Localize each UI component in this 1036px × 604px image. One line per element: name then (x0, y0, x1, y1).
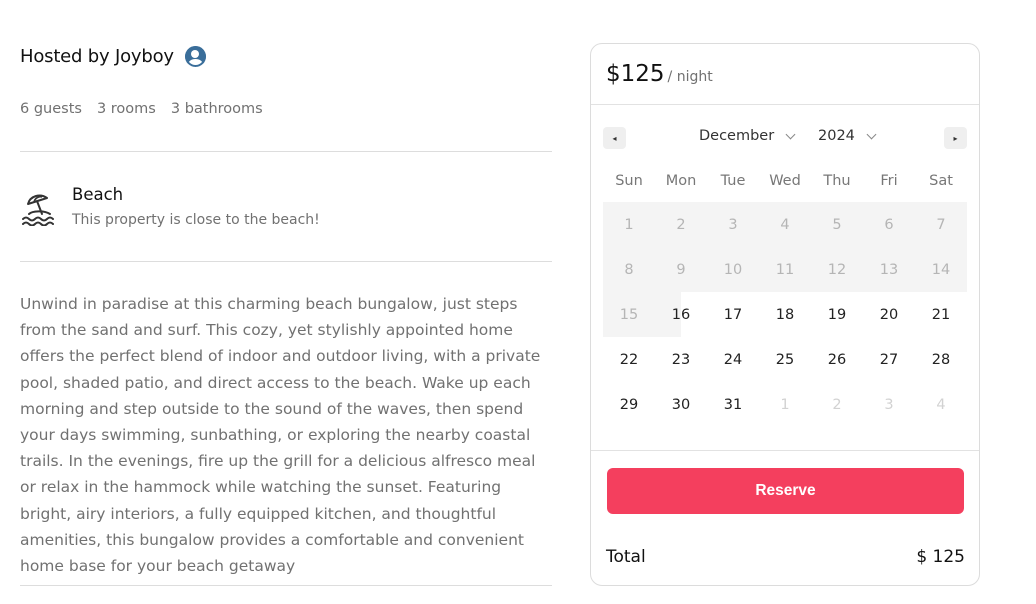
calendar-day[interactable]: 29 (603, 382, 655, 427)
calendar-day-disabled: 7 (915, 202, 967, 247)
weekday-label: Tue (720, 173, 746, 189)
nightly-price: $125 (606, 61, 665, 87)
calendar-day-outside-month: 2 (832, 396, 842, 413)
total-label: Total (606, 547, 646, 567)
calendar-day-outside-month: 1 (780, 396, 790, 413)
divider (20, 585, 552, 586)
month-select-value: December (699, 128, 775, 144)
calendar-day-disabled: 13 (863, 247, 915, 292)
year-select-value: 2024 (818, 128, 855, 144)
calendar-day[interactable]: 17 (707, 292, 759, 337)
calendar-day[interactable]: 30 (655, 382, 707, 427)
calendar-days: 1 2 3 4 5 6 7 8 9 10 11 12 13 14 15 16 1… (603, 202, 967, 427)
calendar-day[interactable]: 23 (655, 337, 707, 382)
calendar-day[interactable]: 26 (811, 337, 863, 382)
calendar-day-disabled: 5 (811, 202, 863, 247)
price-row: $125 / night (606, 61, 713, 87)
month-select[interactable]: December (699, 128, 796, 144)
calendar: Sun Mon Tue Wed Thu Fri Sat 1 2 3 4 5 6 … (603, 173, 967, 427)
calendar-day[interactable]: 25 (759, 337, 811, 382)
calendar-navigation: ◂ December 2024 ▸ (603, 127, 967, 149)
booking-card: $125 / night ◂ December 2024 ▸ Sun Mon T… (590, 43, 980, 586)
calendar-day-disabled: 10 (707, 247, 759, 292)
avatar[interactable] (184, 45, 206, 67)
calendar-day-disabled: 8 (603, 247, 655, 292)
calendar-day-disabled: 6 (863, 202, 915, 247)
divider (591, 450, 979, 451)
calendar-day-disabled: 1 (603, 202, 655, 247)
calendar-day[interactable]: 22 (603, 337, 655, 382)
calendar-day[interactable]: 27 (863, 337, 915, 382)
calendar-day-selected[interactable]: 16 (655, 292, 707, 337)
total-row: Total $ 125 (606, 547, 965, 567)
year-select[interactable]: 2024 (818, 128, 877, 144)
calendar-day-disabled: 2 (655, 202, 707, 247)
divider (591, 104, 979, 105)
calendar-day[interactable]: 31 (707, 382, 759, 427)
divider (20, 151, 552, 152)
bathrooms-count: 3 bathrooms (170, 101, 263, 117)
calendar-day-outside-month: 4 (936, 396, 946, 413)
chevron-down-icon (866, 129, 877, 139)
guests-count: 6 guests (20, 101, 82, 117)
feature-text: Beach This property is close to the beac… (72, 185, 320, 229)
calendar-day-disabled: 14 (915, 247, 967, 292)
weekday-header: Sun Mon Tue Wed Thu Fri Sat (603, 173, 967, 191)
calendar-day[interactable]: 19 (811, 292, 863, 337)
calendar-day[interactable]: 20 (863, 292, 915, 337)
calendar-day-disabled: 3 (707, 202, 759, 247)
feature-subtitle: This property is close to the beach! (72, 212, 320, 228)
weekday-label: Fri (880, 173, 898, 189)
selected-day-pill: 16 (671, 306, 691, 323)
host-row: Hosted by Joyboy (20, 44, 206, 68)
host-title: Hosted by Joyboy (20, 45, 174, 67)
next-month-button[interactable]: ▸ (944, 127, 967, 149)
calendar-day-disabled: 12 (811, 247, 863, 292)
calendar-day-outside-month: 3 (884, 396, 894, 413)
weekday-label: Wed (769, 173, 801, 189)
calendar-day-disabled: 4 (759, 202, 811, 247)
per-night-label: / night (667, 69, 713, 85)
listing-specs: 6 guests 3 rooms 3 bathrooms (20, 101, 263, 117)
chevron-down-icon (785, 129, 796, 139)
calendar-day[interactable]: 21 (915, 292, 967, 337)
listing-description: Unwind in paradise at this charming beac… (20, 295, 541, 576)
feature-item: Beach This property is close to the beac… (20, 186, 320, 228)
weekday-label: Mon (665, 173, 697, 189)
calendar-day-disabled: 15 (603, 292, 655, 337)
calendar-day-disabled: 11 (759, 247, 811, 292)
reserve-button[interactable]: Reserve (607, 468, 964, 514)
weekday-label: Sun (615, 173, 643, 189)
total-value: $ 125 (916, 547, 965, 567)
calendar-day[interactable]: 28 (915, 337, 967, 382)
calendar-day-disabled: 9 (655, 247, 707, 292)
rooms-count: 3 rooms (96, 101, 156, 117)
beach-umbrella-icon (22, 194, 54, 226)
weekday-label: Sat (929, 173, 953, 189)
weekday-label: Thu (823, 173, 851, 189)
feature-title: Beach (72, 185, 124, 204)
divider (20, 261, 552, 262)
calendar-day[interactable]: 18 (759, 292, 811, 337)
calendar-day[interactable]: 24 (707, 337, 759, 382)
previous-month-button[interactable]: ◂ (603, 127, 626, 149)
